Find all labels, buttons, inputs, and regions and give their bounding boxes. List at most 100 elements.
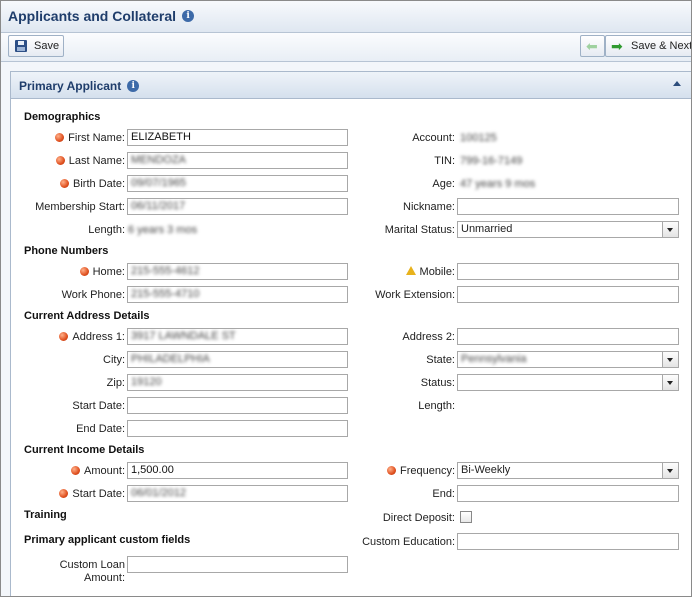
nickname-label: Nickname: [403, 201, 455, 213]
required-icon [59, 332, 69, 341]
tin-value: 799-16-7149 [460, 155, 523, 167]
tin-label: TIN: [434, 155, 455, 167]
zip-input[interactable]: 19120 [127, 374, 348, 391]
address1-label: Address 1: [31, 331, 125, 343]
first-name-label: First Name: [31, 132, 125, 144]
zip-label: Zip: [106, 377, 125, 389]
section-phone-numbers: Phone Numbers [24, 245, 109, 257]
panel-title: Primary Applicant i [19, 79, 140, 93]
address-start-date-label: Start Date: [72, 400, 125, 412]
address1-input[interactable]: 3917 LAWNDALE ST [127, 328, 348, 345]
work-phone-label: Work Phone: [61, 289, 125, 301]
birth-date-label: Birth Date: [31, 178, 125, 190]
work-extension-input[interactable] [457, 286, 679, 303]
account-value: 100125 [460, 132, 497, 144]
account-label: Account: [412, 132, 455, 144]
window-title: Applicants and Collateral i [8, 8, 195, 24]
state-select[interactable]: Pennsylvania [457, 351, 679, 368]
arrow-right-icon: ➡ [611, 38, 623, 54]
previous-button[interactable]: ⬅ [580, 35, 605, 57]
panel-header[interactable]: Primary Applicant i [11, 72, 691, 99]
length-value: 6 years 3 mos [128, 224, 198, 236]
save-next-button[interactable]: ➡ Save & Next [605, 35, 692, 57]
dropdown-button[interactable] [662, 463, 678, 478]
dropdown-button[interactable] [662, 222, 678, 237]
marital-status-label: Marital Status: [384, 224, 455, 236]
address-end-date-input[interactable] [127, 420, 348, 437]
address-start-date-input[interactable] [127, 397, 348, 414]
save-button[interactable]: Save [8, 35, 64, 57]
required-icon [55, 133, 65, 142]
required-icon [60, 179, 70, 188]
work-extension-label: Work Extension: [375, 289, 455, 301]
state-value: Pennsylvania [461, 353, 527, 365]
status-label: Status: [420, 377, 455, 389]
birth-date-input[interactable]: 09/07/1965 [127, 175, 348, 192]
nickname-input[interactable] [457, 198, 679, 215]
custom-education-input[interactable] [457, 533, 679, 550]
amount-input[interactable]: 1,500.00 [127, 462, 348, 479]
collapse-icon[interactable] [673, 81, 681, 86]
title-bar: Applicants and Collateral i [1, 1, 691, 33]
required-icon [386, 466, 396, 475]
toolbar: Save ⬅ ➡ Save & Next [1, 33, 691, 62]
home-phone-input[interactable]: 215-555-4612 [127, 263, 348, 280]
income-end-label: End: [432, 488, 455, 500]
warning-icon [405, 266, 416, 275]
frequency-label: Frequency: [351, 465, 455, 477]
required-icon [79, 267, 89, 276]
chevron-down-icon [667, 228, 673, 232]
chevron-down-icon [667, 358, 673, 362]
frequency-select[interactable]: Bi-Weekly [457, 462, 679, 479]
info-icon[interactable]: i [127, 79, 140, 92]
window-title-text: Applicants and Collateral [8, 8, 177, 24]
state-label: State: [426, 354, 455, 366]
direct-deposit-label: Direct Deposit: [382, 512, 455, 524]
last-name-input[interactable]: MENDOZA [127, 152, 348, 169]
section-custom-fields: Primary applicant custom fields [24, 534, 191, 546]
mobile-label: Mobile: [351, 266, 455, 278]
city-input[interactable]: PHILADELPHIA [127, 351, 348, 368]
income-end-input[interactable] [457, 485, 679, 502]
age-label: Age: [432, 178, 455, 190]
section-demographics: Demographics [24, 111, 101, 123]
window: Applicants and Collateral i Save ⬅ ➡ Save… [0, 0, 692, 597]
save-disk-icon [15, 40, 27, 52]
required-icon [59, 489, 69, 498]
save-button-label: Save [34, 40, 60, 52]
chevron-down-icon [667, 469, 673, 473]
arrow-left-icon: ⬅ [586, 38, 598, 54]
dropdown-button[interactable] [662, 352, 678, 367]
address2-input[interactable] [457, 328, 679, 345]
length-label: Length: [88, 224, 125, 236]
marital-status-select[interactable]: Unmarried [457, 221, 679, 238]
mobile-input[interactable] [457, 263, 679, 280]
income-start-date-input[interactable]: 06/01/2012 [127, 485, 348, 502]
first-name-input[interactable]: ELIZABETH [127, 129, 348, 146]
work-phone-input[interactable]: 215-555-4710 [127, 286, 348, 303]
custom-loan-amount-label: Custom Loan Amount: [59, 559, 125, 584]
required-icon [71, 466, 81, 475]
info-icon[interactable]: i [182, 10, 195, 23]
chevron-down-icon [667, 381, 673, 385]
section-current-address: Current Address Details [24, 310, 150, 322]
membership-start-input[interactable]: 06/11/2017 [127, 198, 348, 215]
section-current-income: Current Income Details [24, 444, 145, 456]
status-select[interactable] [457, 374, 679, 391]
age-value: 47 years 9 mos [460, 178, 536, 190]
save-next-button-label: Save & Next [631, 40, 692, 52]
city-label: City: [103, 354, 125, 366]
dropdown-button[interactable] [662, 375, 678, 390]
marital-status-value: Unmarried [461, 223, 513, 235]
amount-label: Amount: [31, 465, 125, 477]
address2-label: Address 2: [402, 331, 455, 343]
home-phone-label: Home: [31, 266, 125, 278]
custom-loan-amount-input[interactable] [127, 556, 348, 573]
primary-applicant-panel: Primary Applicant i Demographics First Na… [10, 71, 691, 596]
required-icon [55, 156, 65, 165]
content-area: Primary Applicant i Demographics First Na… [1, 62, 691, 596]
direct-deposit-checkbox[interactable] [460, 511, 472, 523]
frequency-value: Bi-Weekly [461, 464, 511, 476]
income-start-date-label: Start Date: [31, 488, 125, 500]
panel-title-text: Primary Applicant [19, 79, 122, 93]
